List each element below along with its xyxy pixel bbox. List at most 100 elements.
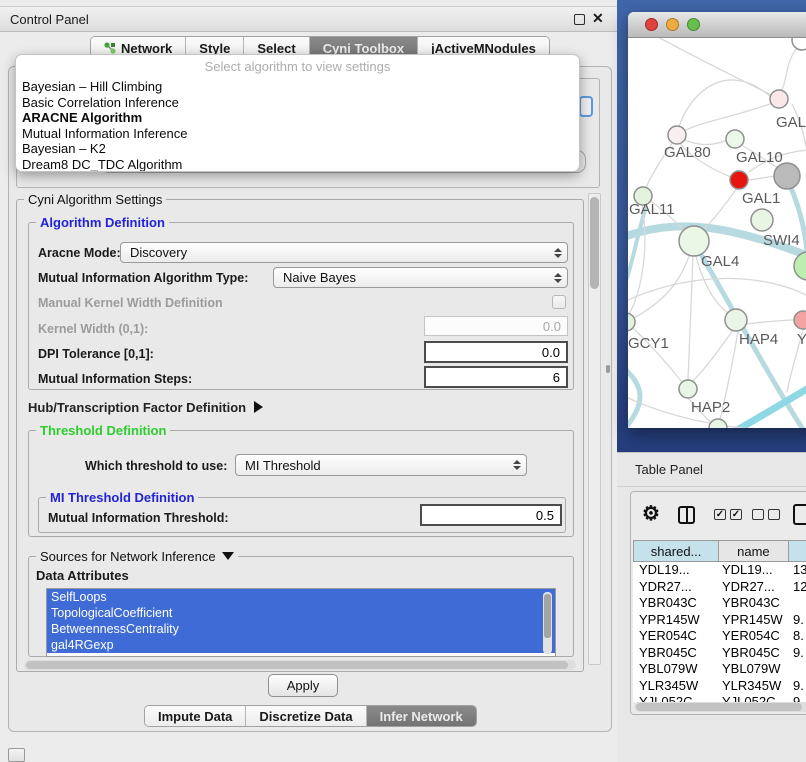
minimize-traffic-light-icon[interactable]: [666, 18, 679, 31]
table-cell: YBL079W: [719, 661, 789, 678]
kernel-width-input[interactable]: [424, 316, 568, 336]
combo-stepper-icon: [551, 248, 567, 258]
close-traffic-light-icon[interactable]: [645, 18, 658, 31]
mi-steps-input[interactable]: [424, 366, 568, 388]
table-row[interactable]: YPR145WYPR145W9.: [633, 612, 806, 629]
network-edge[interactable]: [748, 176, 775, 180]
bottom-tab-infer-network[interactable]: Infer Network: [367, 706, 476, 726]
right-region: GALGAL80GAL10GAL1GAL11SWI4GAL4GCY1HAP4YH…: [617, 0, 806, 762]
network-node[interactable]: [792, 38, 806, 50]
algorithm-dropdown-item[interactable]: Dream8 DC_TDC Algorithm: [16, 157, 579, 173]
table-cell: 13: [789, 562, 806, 579]
network-node-gal4[interactable]: [679, 226, 709, 256]
settings-horizontal-scrollbar[interactable]: [24, 660, 576, 670]
dpi-tolerance-input[interactable]: [424, 341, 568, 363]
minimized-panel-button[interactable]: [8, 748, 25, 762]
network-edge[interactable]: [746, 320, 795, 324]
table-cell: 9: [789, 694, 806, 702]
algorithm-dropdown-placeholder: Select algorithm to view settings: [16, 55, 579, 79]
network-node-gal80[interactable]: [668, 126, 686, 144]
network-edge[interactable]: [730, 386, 806, 428]
table-cell: YER054C: [719, 628, 789, 645]
network-canvas[interactable]: GALGAL80GAL10GAL1GAL11SWI4GAL4GCY1HAP4YH…: [628, 38, 806, 428]
network-node-gcy1[interactable]: [628, 313, 635, 331]
expand-arrow-icon: [254, 401, 263, 413]
aracne-mode-combo[interactable]: Discovery: [120, 242, 568, 263]
deselect-all-columns-icon[interactable]: [752, 509, 780, 520]
table-cell: YJL052C: [633, 694, 719, 702]
network-node-gal10[interactable]: [726, 130, 744, 148]
bottom-tab-discretize-data[interactable]: Discretize Data: [246, 706, 366, 726]
algorithm-dropdown-item[interactable]: Bayesian – K2: [16, 141, 579, 157]
table-cell: YBL079W: [633, 661, 719, 678]
bottom-tab-impute-data[interactable]: Impute Data: [145, 706, 246, 726]
algorithm-dropdown-item[interactable]: Bayesian – Hill Climbing: [16, 79, 579, 95]
table-cell: YER054C: [633, 628, 719, 645]
network-edge[interactable]: [781, 44, 800, 92]
algorithm-dropdown-item[interactable]: Basic Correlation Inference: [16, 95, 579, 111]
network-edge[interactable]: [628, 368, 640, 428]
focused-stepper-fragment[interactable]: [579, 96, 593, 117]
table-row[interactable]: YBR043CYBR043C: [633, 595, 806, 612]
hub-definition-toggle[interactable]: Hub/Transcription Factor Definition: [28, 400, 263, 415]
attribute-list-scrollbar[interactable]: [543, 592, 552, 654]
network-node-gal[interactable]: [770, 90, 788, 108]
splitter-handle[interactable]: [606, 365, 610, 373]
table-row[interactable]: YLR345WYLR345W9.: [633, 678, 806, 695]
new-table-icon[interactable]: [793, 504, 806, 525]
network-node-hap4[interactable]: [725, 309, 747, 331]
columns-icon[interactable]: [678, 506, 695, 524]
table-row[interactable]: YJL052CYJL052C9: [633, 694, 806, 702]
table-row[interactable]: YBL079WYBL079W: [633, 661, 806, 678]
network-edge[interactable]: [703, 188, 737, 230]
network-edge[interactable]: [679, 80, 772, 127]
screen: Control Panel ✕ NetworkStyleSelectCyni T…: [0, 0, 806, 762]
table-column-header-shared[interactable]: shared...: [634, 541, 719, 561]
network-node[interactable]: [709, 419, 727, 428]
close-icon[interactable]: ✕: [592, 10, 604, 27]
data-attributes-list[interactable]: SelfLoopsTopologicalCoefficientBetweenne…: [46, 588, 556, 657]
network-edge[interactable]: [660, 38, 771, 95]
network-edge[interactable]: [688, 256, 693, 380]
network-node[interactable]: [774, 163, 800, 189]
network-node[interactable]: [794, 252, 806, 280]
table-horizontal-scrollbar[interactable]: [634, 702, 806, 712]
settings-vertical-scrollbar[interactable]: [588, 193, 601, 665]
gear-icon[interactable]: ⚙: [642, 501, 660, 526]
table-row[interactable]: YDR27...YDR27...12: [633, 579, 806, 596]
select-all-columns-icon[interactable]: ✓✓: [714, 509, 742, 520]
network-node-label: SWI4: [763, 232, 800, 249]
data-attribute-item[interactable]: TopologicalCoefficient: [47, 605, 555, 621]
float-window-icon[interactable]: [574, 14, 585, 25]
table-row[interactable]: YDL19...YDL19...13: [633, 562, 806, 579]
mi-threshold-input[interactable]: [420, 504, 562, 526]
network-node-swi4[interactable]: [751, 209, 773, 231]
algorithm-dropdown-item[interactable]: Mutual Information Inference: [16, 126, 579, 142]
network-edge[interactable]: [634, 256, 689, 318]
data-attribute-item[interactable]: BetweennessCentrality: [47, 621, 555, 637]
data-attribute-item[interactable]: gal4RGexp: [47, 637, 555, 653]
network-node-hap2[interactable]: [679, 380, 697, 398]
network-node-label: Y: [797, 331, 806, 348]
network-node-gal1[interactable]: [730, 171, 748, 189]
apply-button[interactable]: Apply: [268, 674, 338, 697]
algorithm-dropdown-popup: Select algorithm to view settings Bayesi…: [15, 54, 580, 172]
network-node-y[interactable]: [794, 311, 806, 329]
network-icon: [104, 42, 116, 54]
mi-algorithm-type-combo[interactable]: Naive Bayes: [273, 267, 568, 288]
data-attribute-item[interactable]: SelfLoops: [47, 589, 555, 605]
sources-title[interactable]: Sources for Network Inference: [36, 549, 238, 564]
which-threshold-combo[interactable]: MI Threshold: [235, 454, 527, 476]
network-edge[interactable]: [686, 104, 770, 130]
mi-threshold-definition-title: MI Threshold Definition: [46, 490, 198, 505]
network-edge[interactable]: [692, 330, 733, 382]
table-cell: 8.: [789, 628, 806, 645]
zoom-traffic-light-icon[interactable]: [687, 18, 700, 31]
table-row[interactable]: YER054CYER054C8.: [633, 628, 806, 645]
manual-kernel-width-checkbox[interactable]: [552, 295, 566, 309]
table-column-header[interactable]: [789, 541, 806, 561]
table-column-header-name[interactable]: name: [719, 541, 788, 561]
table-row[interactable]: YBR045CYBR045C9.: [633, 645, 806, 662]
algorithm-dropdown-item[interactable]: ARACNE Algorithm: [16, 110, 579, 126]
network-view-window[interactable]: GALGAL80GAL10GAL1GAL11SWI4GAL4GCY1HAP4YH…: [628, 12, 806, 428]
